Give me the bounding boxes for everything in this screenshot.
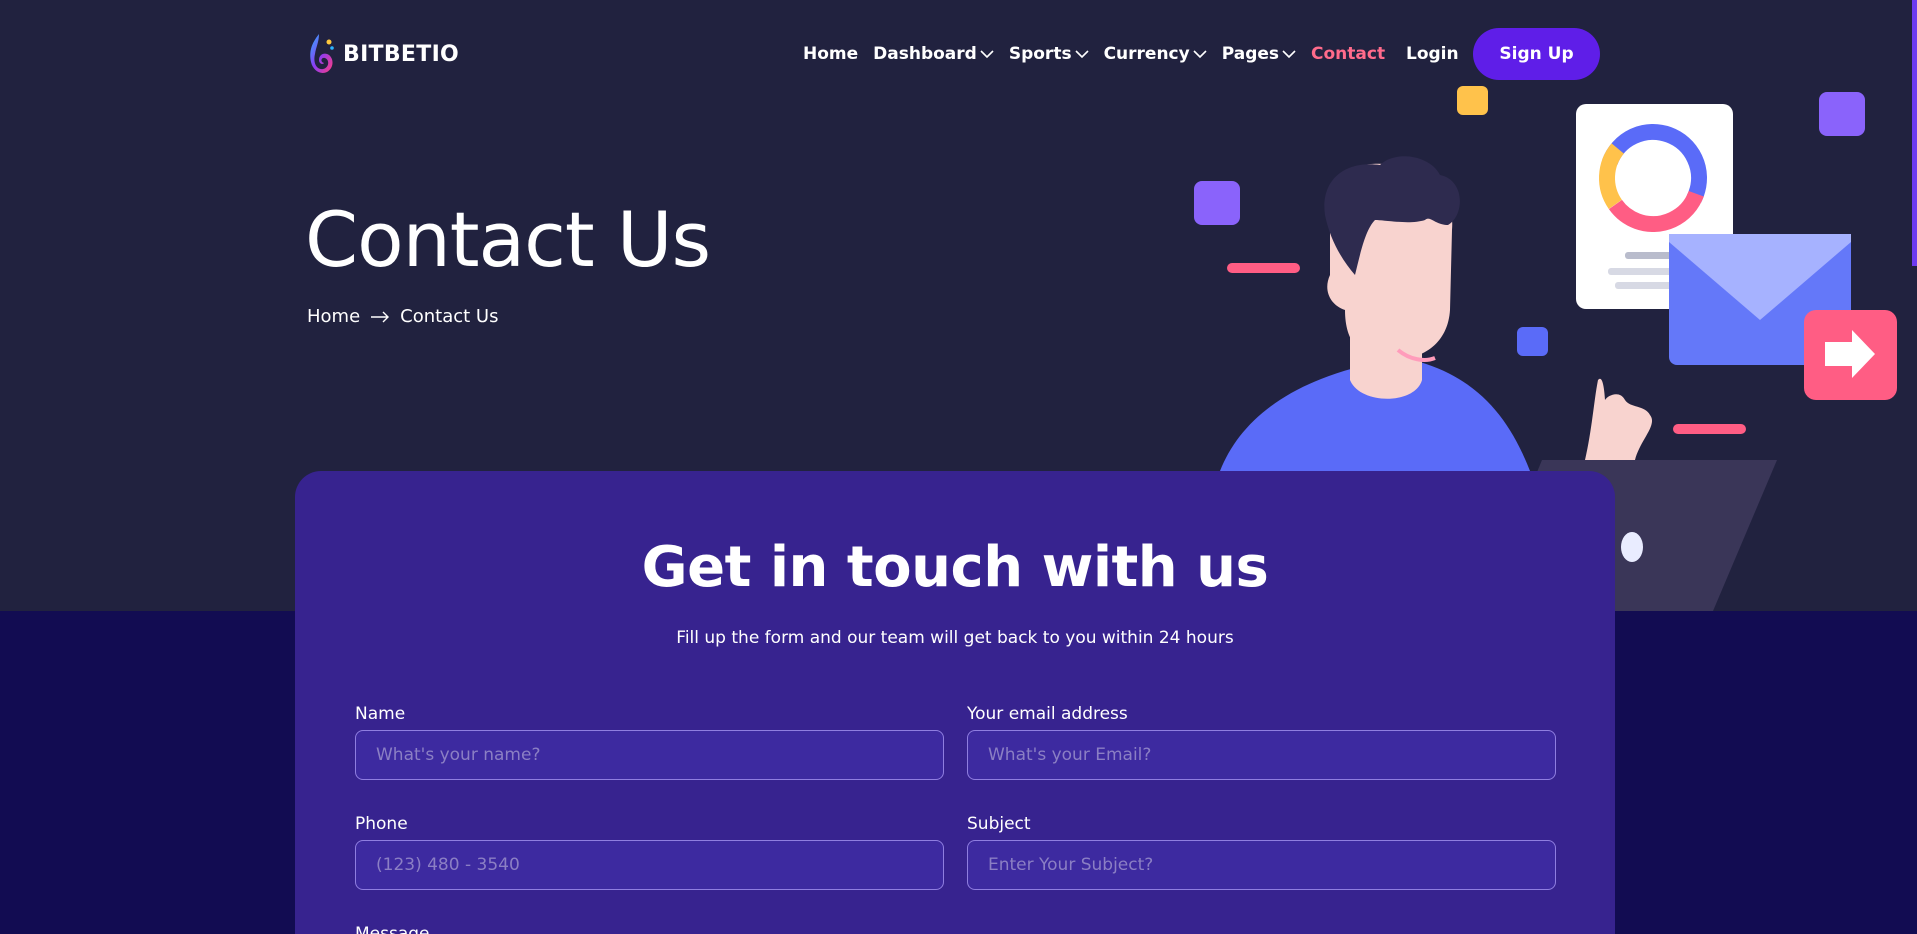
login-link[interactable]: Login [1406, 28, 1459, 80]
phone-label: Phone [355, 814, 408, 834]
laptop-logo [1621, 532, 1643, 562]
breadcrumb-current: Contact Us [400, 306, 499, 327]
nav-label: Currency [1103, 44, 1190, 64]
arrow-right-icon [371, 311, 390, 322]
chevron-down-icon [1193, 50, 1207, 59]
name-field: Name [355, 704, 944, 780]
name-label: Name [355, 704, 406, 724]
site-header: BITBETIO Home Dashboard Sports Currency … [307, 28, 1600, 80]
chevron-down-icon [1075, 50, 1089, 59]
form-title: Get in touch with us [641, 535, 1269, 600]
nav-label: Contact [1311, 44, 1386, 64]
name-input[interactable] [355, 730, 944, 780]
nav-label: Home [803, 44, 859, 64]
deco-line [1673, 424, 1746, 434]
nav-item-currency[interactable]: Currency [1104, 44, 1207, 64]
deco-square [1457, 86, 1488, 115]
nav-label: Sports [1008, 44, 1072, 64]
email-input[interactable] [967, 730, 1556, 780]
logo-flame-icon [310, 34, 334, 73]
message-field: Message [355, 924, 944, 934]
deco-line [1227, 263, 1300, 273]
nav-item-home[interactable]: Home [803, 44, 858, 64]
brand-logo[interactable]: BITBETIO [307, 32, 459, 76]
deco-square [1194, 181, 1240, 225]
person-hand [1585, 378, 1653, 460]
email-field: Your email address [967, 704, 1556, 780]
breadcrumb: Home Contact Us [307, 306, 498, 327]
email-label: Your email address [967, 704, 1128, 724]
subject-input[interactable] [967, 840, 1556, 890]
subject-field: Subject [967, 814, 1556, 890]
nav-item-sports[interactable]: Sports [1009, 44, 1089, 64]
chevron-down-icon [980, 50, 994, 59]
deco-square [1819, 92, 1865, 136]
page-title: Contact Us [305, 195, 711, 284]
contact-form-card: Get in touch with us Fill up the form an… [295, 471, 1615, 934]
message-label: Message [355, 924, 430, 934]
form-subtitle: Fill up the form and our team will get b… [676, 628, 1234, 648]
nav-label: Pages [1221, 44, 1280, 64]
phone-field: Phone [355, 814, 944, 890]
nav-item-dashboard[interactable]: Dashboard [873, 44, 994, 64]
nav-item-contact[interactable]: Contact [1311, 44, 1385, 64]
breadcrumb-home[interactable]: Home [307, 306, 360, 327]
main-nav: Home Dashboard Sports Currency Pages Con… [803, 28, 1385, 80]
signup-button[interactable]: Sign Up [1473, 28, 1600, 80]
phone-input[interactable] [355, 840, 944, 890]
brand-name: BITBETIO [343, 41, 460, 67]
nav-item-pages[interactable]: Pages [1222, 44, 1296, 64]
subject-label: Subject [967, 814, 1031, 834]
deco-square [1517, 327, 1548, 356]
chevron-down-icon [1282, 50, 1296, 59]
nav-label: Dashboard [873, 44, 977, 64]
